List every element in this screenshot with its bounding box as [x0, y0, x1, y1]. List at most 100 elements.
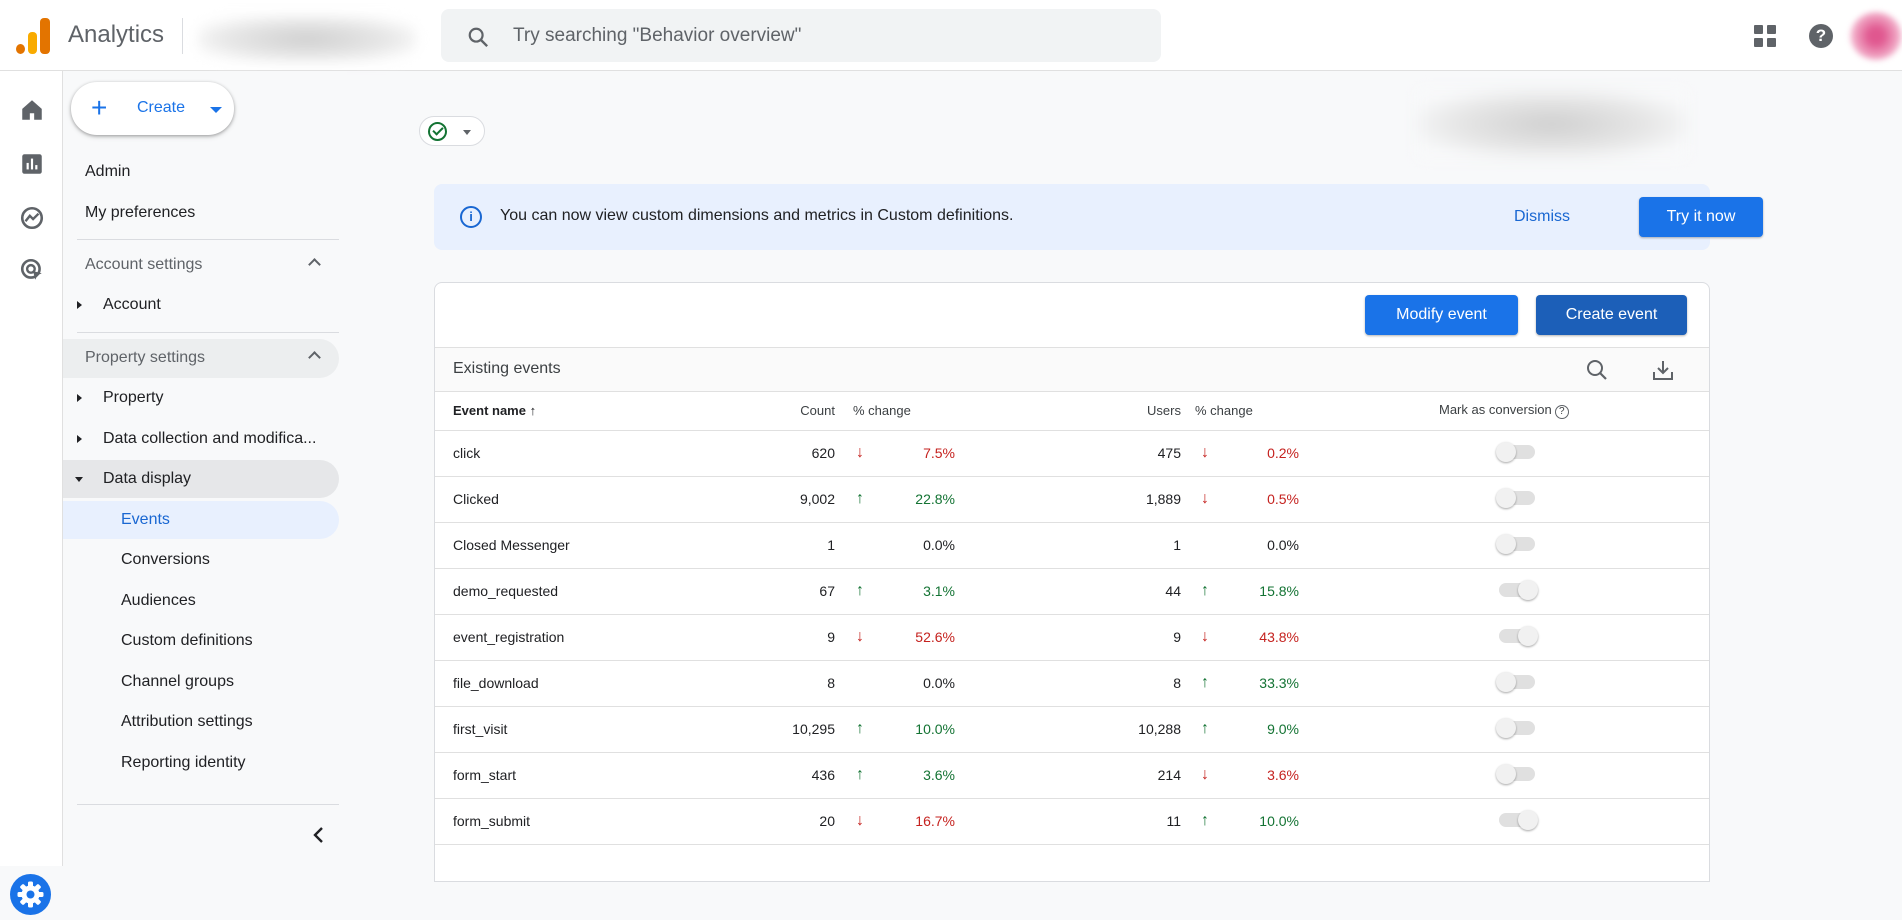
expand-arrow-icon: [77, 394, 82, 402]
table-row[interactable]: file_download 8 0.0% 8 ↑ 33.3%: [435, 660, 1709, 707]
users-change-cell: 10.0%: [1229, 798, 1309, 845]
sidebar-item-events[interactable]: Events: [63, 501, 339, 539]
events-table: Event name ↑ Count % change Users % chan…: [435, 392, 1709, 845]
count-trend-cell: ↑: [835, 752, 885, 799]
users-cell: 475: [965, 430, 1181, 477]
trend-down-icon: ↓: [1201, 628, 1209, 645]
home-icon[interactable]: [19, 97, 45, 123]
conversion-cell: [1309, 476, 1709, 523]
table-row[interactable]: demo_requested 67 ↑ 3.1% 44 ↑ 15.8%: [435, 568, 1709, 615]
event-name-cell[interactable]: form_submit: [435, 798, 735, 845]
trend-down-icon: ↓: [1201, 490, 1209, 507]
reports-icon[interactable]: [19, 151, 45, 177]
count-change-cell: 52.6%: [885, 614, 965, 661]
nav-data-collection[interactable]: Data collection and modifica...: [63, 420, 339, 458]
conversion-cell: [1309, 660, 1709, 707]
event-name-cell[interactable]: Closed Messenger: [435, 522, 735, 569]
account-selector[interactable]: [198, 16, 416, 62]
mark-as-conversion-toggle[interactable]: [1499, 809, 1538, 830]
modify-event-button[interactable]: Modify event: [1365, 295, 1518, 335]
sidebar-item-custom-definitions[interactable]: Custom definitions: [63, 622, 339, 660]
create-label: Create: [137, 99, 186, 116]
mark-as-conversion-toggle[interactable]: [1496, 763, 1535, 784]
mark-as-conversion-toggle[interactable]: [1496, 671, 1535, 692]
trend-up-icon: ↑: [1201, 582, 1209, 599]
table-row[interactable]: form_submit 20 ↓ 16.7% 11 ↑ 10.0%: [435, 798, 1709, 845]
property-settings-section[interactable]: Property settings: [63, 339, 339, 378]
sidebar-item-attribution-settings[interactable]: Attribution settings: [63, 703, 339, 741]
nav-my-preferences[interactable]: My preferences: [85, 204, 195, 222]
try-it-now-button[interactable]: Try it now: [1639, 197, 1763, 237]
nav-property[interactable]: Property: [63, 379, 339, 417]
count-cell: 8: [735, 660, 835, 707]
search-bar[interactable]: [441, 9, 1161, 62]
advertising-icon[interactable]: [19, 257, 45, 283]
sidebar-item-label: Reporting identity: [121, 754, 246, 771]
analytics-logo[interactable]: [16, 18, 50, 54]
nav-account[interactable]: Account: [63, 286, 339, 324]
table-row[interactable]: click 620 ↓ 7.5% 475 ↓ 0.2%: [435, 430, 1709, 477]
table-row[interactable]: event_registration 9 ↓ 52.6% 9 ↓ 43.8%: [435, 614, 1709, 661]
column-count[interactable]: Count: [735, 392, 835, 431]
users-cell: 10,288: [965, 706, 1181, 753]
mark-as-conversion-toggle[interactable]: [1496, 487, 1535, 508]
create-button[interactable]: + Create: [71, 82, 234, 135]
caret-down-icon: [463, 130, 471, 135]
sidebar-item-conversions[interactable]: Conversions: [63, 541, 339, 579]
help-icon[interactable]: ?: [1809, 24, 1833, 48]
column-users-change[interactable]: % change: [1181, 392, 1309, 431]
collapse-arrow-icon: [75, 477, 83, 482]
mark-as-conversion-toggle[interactable]: [1499, 625, 1538, 646]
plus-icon: +: [91, 92, 108, 123]
count-trend-cell: [835, 660, 885, 707]
download-icon[interactable]: [1651, 358, 1675, 382]
mark-as-conversion-toggle[interactable]: [1496, 717, 1535, 738]
users-trend-cell: [1181, 522, 1229, 569]
nav-admin[interactable]: Admin: [85, 163, 130, 181]
trend-up-icon: ↑: [856, 766, 864, 783]
sidebar-item-reporting-identity[interactable]: Reporting identity: [63, 744, 339, 782]
account-settings-section[interactable]: Account settings: [63, 246, 339, 285]
event-name-cell[interactable]: first_visit: [435, 706, 735, 753]
create-event-button[interactable]: Create event: [1536, 295, 1687, 335]
explore-icon[interactable]: [19, 205, 45, 231]
mark-as-conversion-toggle[interactable]: [1499, 579, 1538, 600]
sidebar-item-audiences[interactable]: Audiences: [63, 582, 339, 620]
mark-as-conversion-toggle[interactable]: [1496, 533, 1535, 554]
search-input[interactable]: [513, 21, 1113, 51]
event-name-cell[interactable]: file_download: [435, 660, 735, 707]
table-row[interactable]: Clicked 9,002 ↑ 22.8% 1,889 ↓ 0.5%: [435, 476, 1709, 523]
event-name-cell[interactable]: demo_requested: [435, 568, 735, 615]
help-icon[interactable]: ?: [1554, 405, 1569, 420]
event-name-cell[interactable]: event_registration: [435, 614, 735, 661]
admin-settings-button[interactable]: [10, 874, 51, 915]
nav-data-display[interactable]: Data display: [63, 460, 339, 498]
users-change-cell: 9.0%: [1229, 706, 1309, 753]
users-change-cell: 3.6%: [1229, 752, 1309, 799]
count-trend-cell: ↓: [835, 614, 885, 661]
chevron-up-icon: [308, 351, 321, 364]
dismiss-button[interactable]: Dismiss: [1514, 208, 1570, 226]
table-row[interactable]: form_start 436 ↑ 3.6% 214 ↓ 3.6%: [435, 752, 1709, 799]
search-icon[interactable]: [1585, 358, 1609, 382]
column-event-name[interactable]: Event name ↑: [435, 392, 735, 431]
redacted-area: [1417, 89, 1687, 159]
collapse-nav-icon[interactable]: [307, 823, 331, 847]
nav-item-label: Property: [103, 389, 164, 406]
mark-as-conversion-toggle[interactable]: [1496, 441, 1535, 462]
event-name-cell[interactable]: Clicked: [435, 476, 735, 523]
table-row[interactable]: Closed Messenger 1 0.0% 1 0.0%: [435, 522, 1709, 569]
event-name-cell[interactable]: click: [435, 430, 735, 477]
trend-down-icon: ↓: [856, 812, 864, 829]
count-change-cell: 16.7%: [885, 798, 965, 845]
sidebar-item-channel-groups[interactable]: Channel groups: [63, 663, 339, 701]
table-row[interactable]: first_visit 10,295 ↑ 10.0% 10,288 ↑ 9.0%: [435, 706, 1709, 753]
apps-grid-icon[interactable]: [1754, 25, 1776, 47]
nav-item-label: Account: [103, 296, 161, 313]
avatar[interactable]: [1850, 12, 1902, 60]
column-users[interactable]: Users: [965, 392, 1181, 431]
status-dropdown[interactable]: [419, 116, 485, 146]
column-count-change[interactable]: % change: [835, 392, 965, 431]
count-change-cell: 7.5%: [885, 430, 965, 477]
event-name-cell[interactable]: form_start: [435, 752, 735, 799]
